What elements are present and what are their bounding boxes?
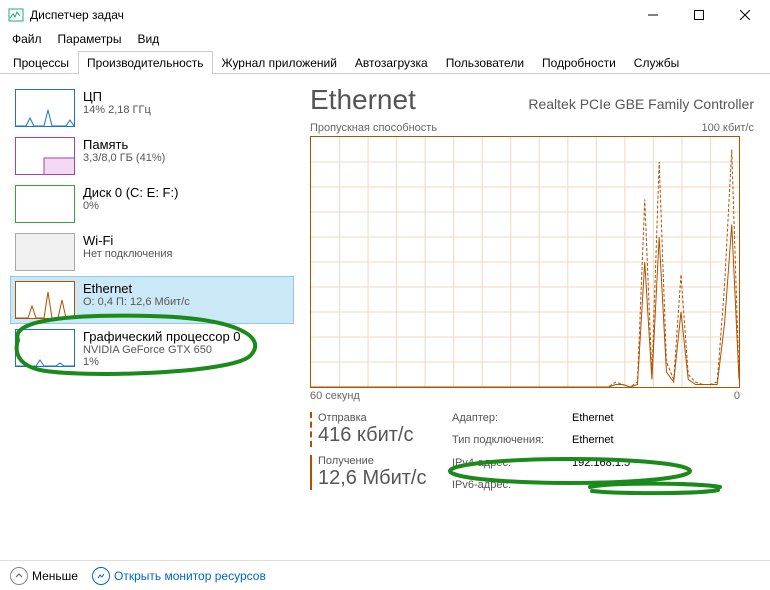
resmon-icon [92, 567, 110, 585]
info-ipv6-k: IPv6-адрес: [452, 479, 572, 498]
tab-processes[interactable]: Процессы [4, 51, 78, 74]
info-conn-v: Ethernet [572, 434, 732, 453]
close-button[interactable] [722, 0, 768, 30]
sidebar-cpu-sub: 14% 2,18 ГГц [83, 104, 151, 116]
sidebar-ethernet-sub: О: 0,4 П: 12,6 Мбит/с [83, 296, 190, 308]
chevron-up-icon [10, 567, 28, 585]
chart-footer-left: 60 секунд [310, 390, 360, 402]
info-ipv4-k: IPv4-адрес: [452, 457, 572, 476]
recv-value: 12,6 Мбит/с [318, 467, 440, 490]
tab-strip: Процессы Производительность Журнал прило… [0, 50, 770, 74]
tab-users[interactable]: Пользователи [437, 51, 533, 74]
sidebar-item-wifi[interactable]: Wi-Fi Нет подключения [10, 228, 294, 276]
info-ipv6-v [572, 479, 732, 498]
sidebar-item-memory[interactable]: Память 3,3/8,0 ГБ (41%) [10, 132, 294, 180]
tab-services[interactable]: Службы [625, 51, 688, 74]
sidebar-disk-sub: 0% [83, 200, 178, 212]
sidebar-gpu-pct: 1% [83, 356, 241, 368]
tab-performance[interactable]: Производительность [78, 51, 212, 74]
maximize-button[interactable] [676, 0, 722, 30]
info-conn-k: Тип подключения: [452, 434, 572, 453]
send-metric: Отправка 416 кбит/с [310, 412, 440, 447]
disk-thumb-icon [15, 185, 75, 223]
sidebar-item-cpu[interactable]: ЦП 14% 2,18 ГГц [10, 84, 294, 132]
menubar: Файл Параметры Вид [0, 30, 770, 50]
sidebar-item-ethernet[interactable]: Ethernet О: 0,4 П: 12,6 Мбит/с [10, 276, 294, 324]
info-adapter-k: Адаптер: [452, 412, 572, 431]
info-ipv4-v: 192.168.1.5 [572, 457, 732, 476]
window-title: Диспетчер задач [30, 8, 630, 22]
gpu-thumb-icon [15, 329, 75, 367]
throughput-chart[interactable] [310, 136, 740, 388]
detail-title: Ethernet [310, 84, 416, 116]
detail-adapter-name: Realtek PCIe GBE Family Controller [528, 96, 754, 112]
fewer-details-button[interactable]: Меньше [10, 567, 78, 585]
sidebar-item-gpu[interactable]: Графический процессор 0 NVIDIA GeForce G… [10, 324, 294, 373]
recv-label: Получение [318, 455, 440, 467]
detail-pane: Ethernet Realtek PCIe GBE Family Control… [300, 74, 770, 560]
sidebar-memory-title: Память [83, 137, 165, 152]
info-adapter-v: Ethernet [572, 412, 732, 431]
connection-info: Адаптер: Ethernet Тип подключения: Ether… [452, 412, 732, 498]
footer: Меньше Открыть монитор ресурсов [0, 560, 770, 590]
sidebar-wifi-sub: Нет подключения [83, 248, 172, 260]
menu-view[interactable]: Вид [131, 30, 165, 50]
wifi-thumb-icon [15, 233, 75, 271]
titlebar: Диспетчер задач [0, 0, 770, 30]
sidebar-disk-title: Диск 0 (C: E: F:) [83, 185, 178, 200]
sidebar-cpu-title: ЦП [83, 89, 151, 104]
send-label: Отправка [318, 412, 440, 424]
recv-metric: Получение 12,6 Мбит/с [310, 455, 440, 490]
open-resmon-link[interactable]: Открыть монитор ресурсов [92, 567, 266, 585]
menu-file[interactable]: Файл [6, 30, 48, 50]
tab-details[interactable]: Подробности [533, 51, 625, 74]
cpu-thumb-icon [15, 89, 75, 127]
sidebar-gpu-title: Графический процессор 0 [83, 329, 241, 344]
sidebar-gpu-sub: NVIDIA GeForce GTX 650 [83, 344, 241, 356]
sidebar-item-disk[interactable]: Диск 0 (C: E: F:) 0% [10, 180, 294, 228]
sidebar-ethernet-title: Ethernet [83, 281, 190, 296]
performance-sidebar: ЦП 14% 2,18 ГГц Память 3,3/8,0 ГБ (41%) … [0, 74, 300, 560]
minimize-button[interactable] [630, 0, 676, 30]
sidebar-memory-sub: 3,3/8,0 ГБ (41%) [83, 152, 165, 164]
sidebar-wifi-title: Wi-Fi [83, 233, 172, 248]
ethernet-thumb-icon [15, 281, 75, 319]
tab-app-history[interactable]: Журнал приложений [213, 51, 346, 74]
chart-header-left: Пропускная способность [310, 122, 437, 134]
menu-options[interactable]: Параметры [52, 30, 128, 50]
memory-thumb-icon [15, 137, 75, 175]
chart-header-right: 100 кбит/с [701, 122, 754, 134]
taskmgr-icon [8, 7, 24, 23]
send-value: 416 кбит/с [318, 424, 440, 447]
tab-startup[interactable]: Автозагрузка [346, 51, 437, 74]
chart-footer-right: 0 [734, 390, 740, 402]
